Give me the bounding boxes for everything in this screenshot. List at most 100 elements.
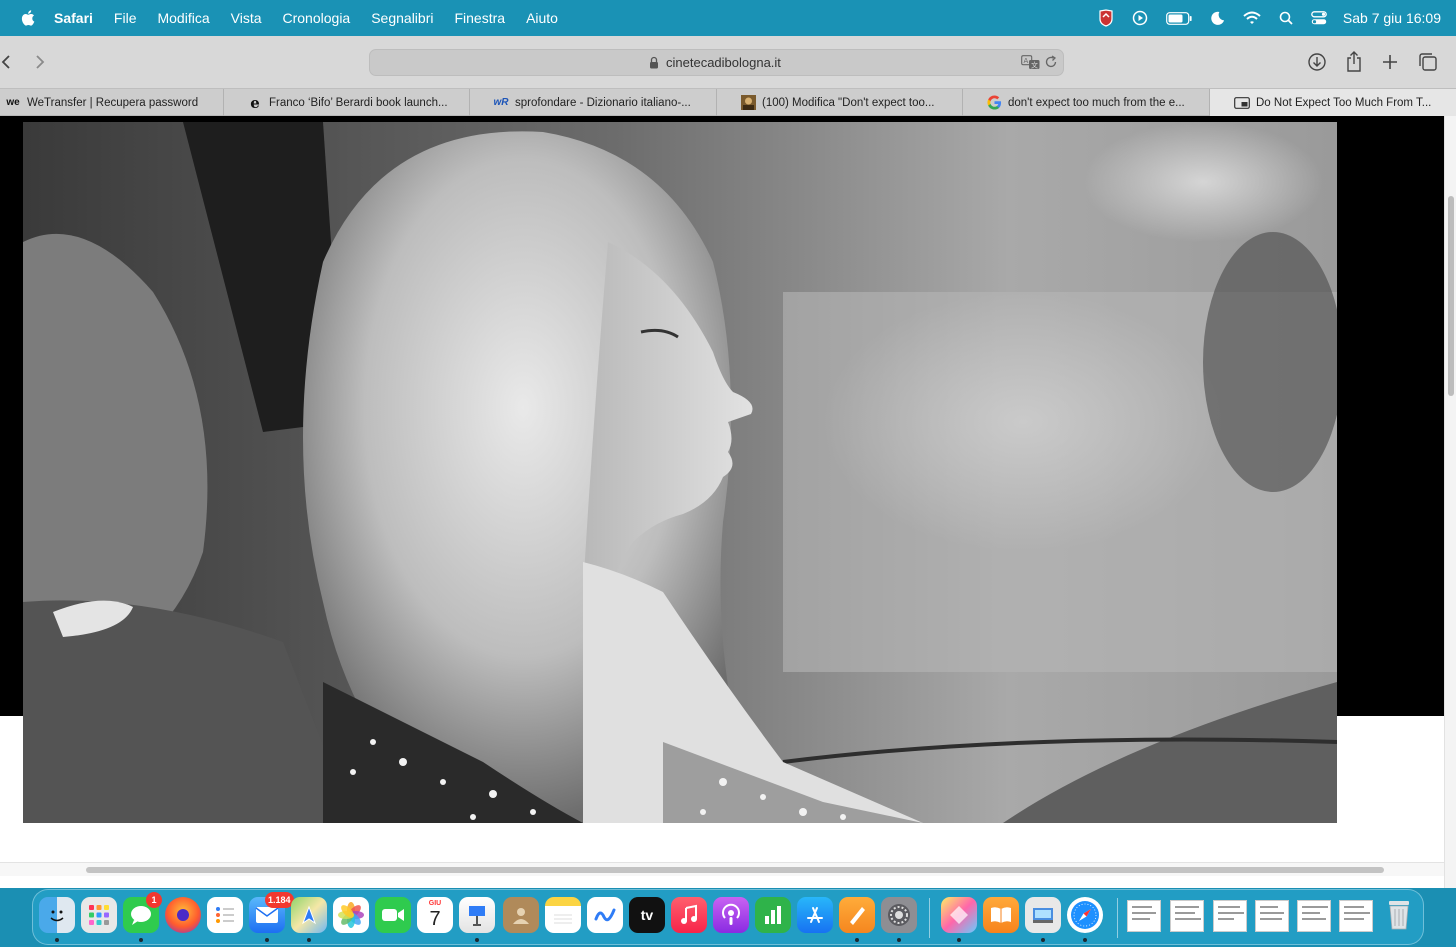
new-tab-icon[interactable] — [1378, 50, 1402, 74]
recent-document-thumbnail[interactable] — [1213, 900, 1247, 932]
tab-overview-icon[interactable] — [1416, 50, 1440, 74]
search-icon[interactable] — [1279, 11, 1293, 25]
safari-toolbar: cinetecadibologna.it A文 — [0, 36, 1456, 88]
calendar-month: GIU — [428, 900, 442, 907]
dock: 1 1.184 GIU 7 tv — [32, 889, 1424, 945]
maps-icon[interactable] — [291, 897, 327, 933]
calendar-icon[interactable]: GIU 7 — [417, 897, 453, 933]
launchpad-icon[interactable] — [81, 897, 117, 933]
recent-document-thumbnail[interactable] — [1127, 900, 1161, 932]
music-icon[interactable] — [671, 897, 707, 933]
menu-aiuto[interactable]: Aiuto — [526, 10, 558, 26]
menu-finestra[interactable]: Finestra — [454, 10, 505, 26]
tab-label: Franco ‘Bifo’ Berardi book launch... — [269, 96, 448, 109]
pixelmator-running-dot — [957, 938, 961, 942]
system-settings-icon[interactable] — [881, 897, 917, 933]
trash-icon[interactable] — [1381, 897, 1417, 933]
messages-running-dot — [139, 938, 143, 942]
e-favicon-text: e — [250, 93, 260, 112]
system-settings-running-dot — [897, 938, 901, 942]
dock-separator — [929, 898, 930, 938]
menu-cronologia[interactable]: Cronologia — [283, 10, 351, 26]
recent-document-thumbnail[interactable] — [1255, 900, 1289, 932]
keynote-icon[interactable] — [459, 897, 495, 933]
pages-icon[interactable] — [839, 897, 875, 933]
film-still-photo — [23, 122, 1337, 823]
picture-in-picture-icon — [1234, 95, 1250, 111]
preview-running-dot — [1041, 938, 1045, 942]
moon-icon[interactable] — [1210, 11, 1225, 26]
podcasts-icon[interactable] — [713, 897, 749, 933]
tab-wetransfer[interactable]: we WeTransfer | Recupera password — [0, 89, 224, 116]
safari-running-dot — [1083, 938, 1087, 942]
notes-icon[interactable] — [545, 897, 581, 933]
tab-label: (100) Modifica "Don't expect too... — [762, 96, 935, 109]
menubar-clock[interactable]: Sab 7 giu 16:09 — [1343, 10, 1441, 26]
app-store-icon[interactable] — [797, 897, 833, 933]
firefox-icon[interactable] — [165, 897, 201, 933]
tab-label: sprofondare - Dizionario italiano-... — [515, 96, 691, 109]
numbers-icon[interactable] — [755, 897, 791, 933]
maps-running-dot — [307, 938, 311, 942]
svg-text:A: A — [1024, 57, 1029, 65]
share-icon[interactable] — [1342, 50, 1366, 74]
back-button[interactable] — [0, 51, 17, 73]
apple-logo-icon[interactable] — [20, 9, 38, 27]
apple-tv-label: tv — [640, 907, 654, 923]
reminders-icon[interactable] — [207, 897, 243, 933]
pages-running-dot — [855, 938, 859, 942]
recent-document-thumbnail[interactable] — [1297, 900, 1331, 932]
tab-google[interactable]: don't expect too much from the e... — [963, 89, 1210, 116]
vertical-scrollbar[interactable] — [1444, 116, 1456, 888]
wordreference-favicon-text: wR — [493, 97, 509, 108]
freeform-icon[interactable] — [587, 897, 623, 933]
keynote-running-dot — [475, 938, 479, 942]
tab-active-do-not-expect[interactable]: Do Not Expect Too Much From T... — [1210, 89, 1456, 116]
preview-icon[interactable] — [1025, 897, 1061, 933]
recent-document-thumbnail[interactable] — [1170, 900, 1204, 932]
battery-icon[interactable] — [1166, 11, 1192, 25]
vpn-shield-icon[interactable] — [1098, 9, 1114, 27]
forward-button[interactable] — [29, 51, 51, 73]
tab-label: Do Not Expect Too Much From T... — [1256, 96, 1432, 109]
tab-bar: we WeTransfer | Recupera password e Fran… — [0, 88, 1456, 116]
calendar-day: 7 — [429, 908, 441, 930]
control-center-icon[interactable] — [1311, 11, 1327, 25]
photos-icon[interactable] — [333, 897, 369, 933]
menu-vista[interactable]: Vista — [231, 10, 262, 26]
vertical-scroll-thumb[interactable] — [1448, 196, 1454, 396]
svg-text:文: 文 — [1031, 61, 1038, 70]
status-area: Sab 7 giu 16:09 — [1080, 0, 1456, 36]
safari-dock-icon[interactable] — [1067, 897, 1103, 933]
mail-running-dot — [265, 938, 269, 942]
menu-safari[interactable]: Safari — [54, 10, 93, 26]
horizontal-scroll-thumb[interactable] — [86, 867, 1384, 873]
books-icon[interactable] — [983, 897, 1019, 933]
wordreference-favicon: wR — [493, 95, 509, 111]
finder-icon[interactable] — [39, 897, 75, 933]
play-circle-icon[interactable] — [1132, 10, 1148, 26]
downloads-icon[interactable] — [1305, 50, 1329, 74]
menu-modifica[interactable]: Modifica — [157, 10, 209, 26]
tab-bifo-berardi[interactable]: e Franco ‘Bifo’ Berardi book launch... — [224, 89, 470, 116]
horizontal-scrollbar[interactable] — [0, 862, 1444, 876]
translate-icon[interactable]: A文 — [1021, 55, 1041, 75]
address-bar[interactable]: cinetecadibologna.it A文 — [369, 49, 1064, 76]
page-content — [0, 116, 1444, 888]
reload-icon[interactable] — [1044, 55, 1058, 74]
mail-badge: 1.184 — [265, 892, 294, 908]
recent-document-thumbnail[interactable] — [1339, 900, 1373, 932]
finder-running-dot — [55, 938, 59, 942]
menu-file[interactable]: File — [114, 10, 137, 26]
menu-bar: Safari File Modifica Vista Cronologia Se… — [0, 0, 1456, 36]
pixelmator-icon[interactable] — [941, 897, 977, 933]
contacts-icon[interactable] — [503, 897, 539, 933]
tab-wordreference[interactable]: wR sprofondare - Dizionario italiano-... — [470, 89, 717, 116]
wifi-icon[interactable] — [1243, 11, 1261, 25]
url-text: cinetecadibologna.it — [666, 55, 781, 70]
apple-tv-icon[interactable]: tv — [629, 897, 665, 933]
menu-segnalibri[interactable]: Segnalibri — [371, 10, 433, 26]
tab-modifica[interactable]: (100) Modifica "Don't expect too... — [717, 89, 963, 116]
wetransfer-favicon: we — [5, 95, 21, 111]
facetime-icon[interactable] — [375, 897, 411, 933]
